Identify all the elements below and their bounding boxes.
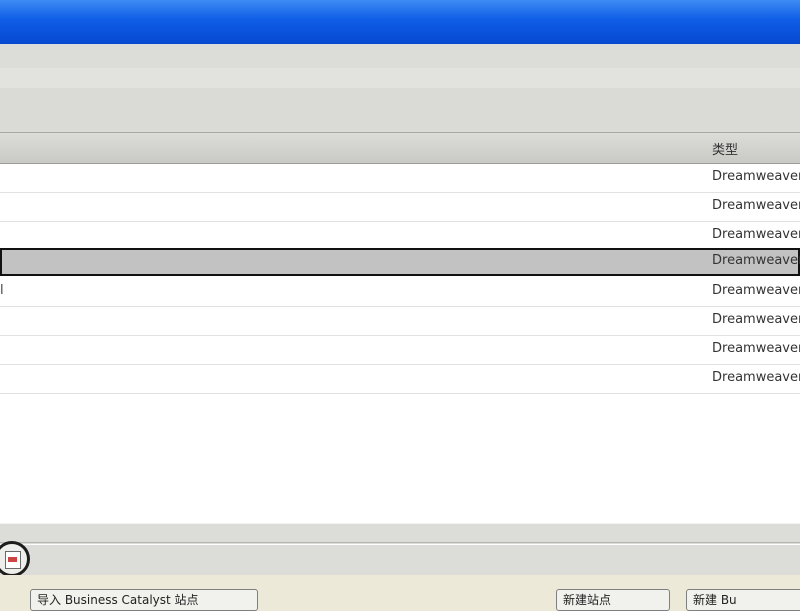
- table-row[interactable]: Dreamweaver: [0, 365, 800, 394]
- row-type: Dreamweaver: [712, 227, 800, 242]
- table-row-selected[interactable]: Dreamweaver: [0, 248, 800, 276]
- button-bar: 导入 Business Catalyst 站点 新建站点 新建 Bu: [0, 575, 800, 611]
- import-bc-site-button[interactable]: 导入 Business Catalyst 站点: [30, 589, 258, 611]
- row-type: Dreamweaver: [712, 198, 800, 213]
- table-row[interactable]: Dreamweaver: [0, 164, 800, 193]
- row-type: Dreamweaver: [712, 283, 800, 298]
- table-row[interactable]: l Dreamweaver: [0, 278, 800, 307]
- site-list[interactable]: 类型 Dreamweaver Dreamweaver Dreamweaver D…: [0, 133, 800, 524]
- new-bc-site-button[interactable]: 新建 Bu: [686, 589, 800, 611]
- row-type: Dreamweaver: [712, 341, 800, 356]
- window-titlebar: [0, 0, 800, 44]
- row-type: Dreamweaver: [712, 169, 800, 184]
- row-type: Dreamweaver: [712, 253, 800, 268]
- table-row[interactable]: Dreamweaver: [0, 222, 800, 251]
- toolbar-strip-secondary: [0, 68, 800, 89]
- column-header-type[interactable]: 类型: [712, 139, 738, 158]
- divider: [0, 542, 800, 543]
- row-name: l: [0, 283, 4, 298]
- toolbar-strip: [0, 44, 800, 69]
- table-row[interactable]: Dreamweaver: [0, 307, 800, 336]
- list-header: 类型: [0, 133, 800, 164]
- row-type: Dreamweaver: [712, 312, 800, 327]
- table-row[interactable]: Dreamweaver: [0, 336, 800, 365]
- document-icon[interactable]: [0, 541, 30, 577]
- divider: [0, 544, 800, 545]
- panel-header-area: [0, 88, 800, 133]
- row-type: Dreamweaver: [712, 370, 800, 385]
- status-bar: [0, 523, 800, 577]
- table-row[interactable]: Dreamweaver: [0, 193, 800, 222]
- new-site-button[interactable]: 新建站点: [556, 589, 670, 611]
